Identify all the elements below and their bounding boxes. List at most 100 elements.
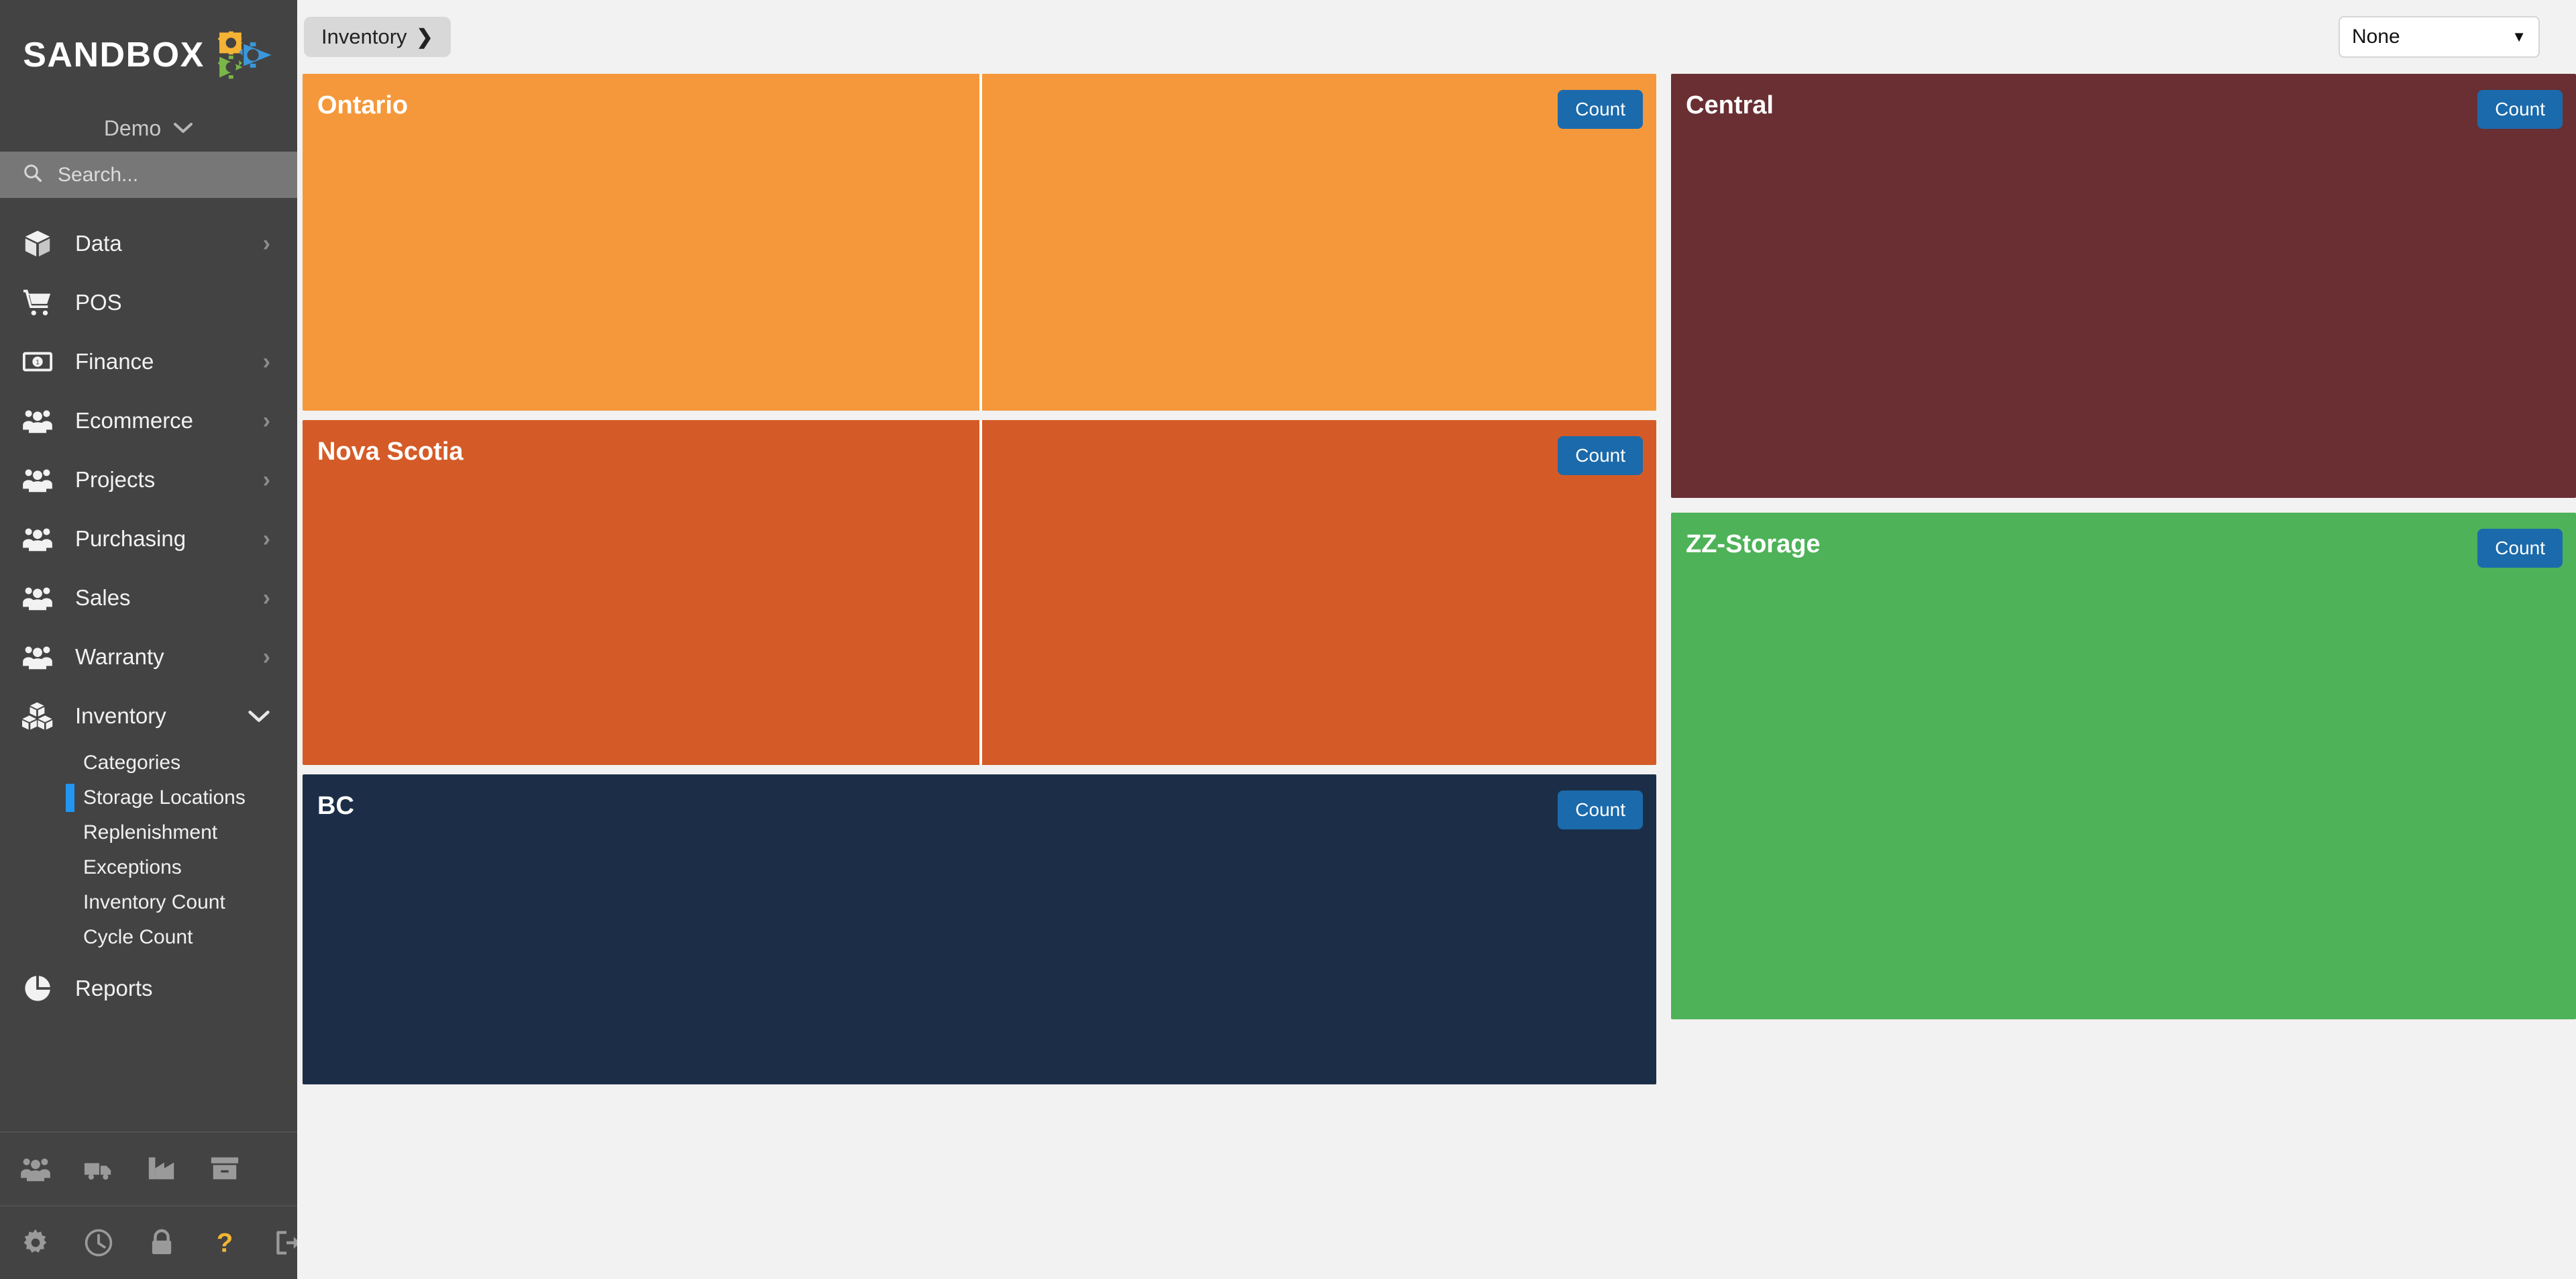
location-tile-zz-storage[interactable]: ZZ-Storage Count [1671, 513, 2576, 1019]
question-mark-icon[interactable]: ? [209, 1227, 240, 1258]
sidebar-item-label: POS [75, 290, 122, 315]
brand-logo-area[interactable]: SANDBOX [0, 0, 297, 105]
cart-icon [19, 287, 56, 318]
sidebar-subitem-exceptions[interactable]: Exceptions [0, 850, 297, 885]
sidebar-item-label: Finance [75, 349, 154, 374]
location-tile-ontario[interactable]: Ontario Count [303, 74, 1656, 411]
people-icon [19, 405, 56, 436]
sidebar-item-label: Inventory [75, 703, 166, 728]
chevron-right-icon: › [262, 467, 270, 493]
lock-icon[interactable] [146, 1227, 177, 1258]
truck-icon[interactable] [83, 1154, 114, 1184]
sidebar-subitem-label: Categories [83, 752, 181, 774]
tenant-switcher[interactable]: Demo [0, 105, 297, 152]
chevron-down-icon [173, 119, 193, 137]
filter-select[interactable]: None ▼ [2339, 16, 2540, 58]
people-icon [19, 642, 56, 672]
sidebar-subitem-label: Exceptions [83, 856, 182, 878]
location-tile-title: Central [1686, 91, 1774, 119]
chevron-right-icon: › [262, 408, 270, 433]
chevron-right-icon: › [262, 526, 270, 552]
sidebar-subitem-storage-locations[interactable]: Storage Locations [0, 780, 297, 815]
sidebar-item-reports[interactable]: Reports [0, 959, 297, 1018]
search-input[interactable] [58, 163, 279, 187]
brand-name: SANDBOX [23, 36, 205, 74]
chevron-right-icon: › [262, 644, 270, 670]
chevron-down-icon [248, 705, 270, 727]
location-tile-title: Nova Scotia [317, 438, 464, 466]
sidebar-item-ecommerce[interactable]: Ecommerce › [0, 391, 297, 450]
count-button[interactable]: Count [2477, 529, 2563, 568]
chevron-right-icon: ❯ [416, 25, 433, 48]
sidebar-item-pos[interactable]: POS [0, 273, 297, 332]
archive-box-icon[interactable] [209, 1154, 240, 1184]
sidebar-item-label: Reports [75, 976, 153, 1001]
sidebar-item-label: Sales [75, 585, 131, 610]
sidebar-item-finance[interactable]: 1 Finance › [0, 332, 297, 391]
location-tile-central[interactable]: Central Count [1671, 74, 2576, 498]
breadcrumb[interactable]: Inventory ❯ [304, 17, 451, 57]
location-tile-bc[interactable]: BC Count [303, 774, 1656, 1084]
people-icon [19, 464, 56, 495]
main-content: Inventory ❯ None ▼ Ontario Count Nova Sc… [297, 0, 2576, 1279]
pie-chart-icon [19, 973, 56, 1004]
chevron-right-icon: › [262, 231, 270, 256]
sidebar-item-inventory[interactable]: Inventory [0, 686, 297, 746]
sandbox-gears-logo-icon [215, 30, 274, 80]
gear-icon[interactable] [20, 1227, 51, 1258]
count-button[interactable]: Count [1558, 436, 1643, 475]
topbar: Inventory ❯ None ▼ [297, 0, 2576, 74]
count-button[interactable]: Count [1558, 90, 1643, 129]
location-tile-title: Ontario [317, 91, 409, 119]
chevron-right-icon: › [262, 349, 270, 374]
factory-icon[interactable] [146, 1154, 177, 1184]
location-tile-title: BC [317, 792, 354, 820]
search-bar[interactable] [0, 152, 297, 198]
sidebar-subitem-label: Storage Locations [83, 786, 246, 809]
count-button[interactable]: Count [2477, 90, 2563, 129]
chevron-right-icon: › [262, 585, 270, 611]
filter-select-value: None [2352, 25, 2400, 48]
inventory-subnav: Categories Storage Locations Replenishme… [0, 746, 297, 959]
tenant-label: Demo [103, 115, 162, 140]
main-navigation: Data › POS 1 Finance › Ecommerce › Proje… [0, 198, 297, 1131]
sidebar-subitem-label: Replenishment [83, 821, 218, 843]
banknote-icon: 1 [19, 346, 56, 377]
board-right-column: Central Count ZZ-Storage Count [1671, 74, 2576, 1279]
sidebar-item-warranty[interactable]: Warranty › [0, 627, 297, 686]
sidebar-item-label: Data [75, 231, 122, 256]
sidebar-item-data[interactable]: Data › [0, 214, 297, 273]
sidebar-subitem-inventory-count[interactable]: Inventory Count [0, 885, 297, 920]
sidebar-tools-row-2: ? [0, 1205, 301, 1279]
sidebar-subitem-replenishment[interactable]: Replenishment [0, 815, 297, 850]
storage-locations-board: Ontario Count Nova Scotia Count BC Count… [303, 74, 2576, 1279]
people-icon[interactable] [20, 1154, 51, 1184]
search-icon [23, 163, 43, 187]
people-icon [19, 523, 56, 554]
app-root: SANDBOX Demo Search... Data › POS 1 Fina… [0, 0, 2576, 1279]
sidebar-item-label: Ecommerce [75, 408, 194, 433]
count-button[interactable]: Count [1558, 790, 1643, 829]
sidebar-item-purchasing[interactable]: Purchasing › [0, 509, 297, 568]
svg-text:1: 1 [36, 358, 40, 366]
location-tile-title: ZZ-Storage [1686, 530, 1821, 558]
sidebar-subitem-label: Cycle Count [83, 926, 193, 948]
sidebar-subitem-label: Inventory Count [83, 891, 225, 913]
sidebar-item-label: Warranty [75, 644, 164, 669]
sidebar-item-label: Projects [75, 467, 156, 492]
sidebar-item-projects[interactable]: Projects › [0, 450, 297, 509]
clock-icon[interactable] [83, 1227, 114, 1258]
box-icon [19, 228, 56, 259]
breadcrumb-label: Inventory [321, 25, 407, 48]
topbar-right: None ▼ [2339, 16, 2540, 58]
sidebar-tools-row-1 [0, 1131, 297, 1205]
sidebar-subitem-categories[interactable]: Categories [0, 746, 297, 780]
board-left-column: Ontario Count Nova Scotia Count BC Count [303, 74, 1656, 1279]
location-tile-nova-scotia[interactable]: Nova Scotia Count [303, 420, 1656, 765]
sidebar-item-sales[interactable]: Sales › [0, 568, 297, 627]
svg-text:?: ? [217, 1227, 233, 1258]
tile-divider [979, 420, 982, 765]
chevron-down-icon: ▼ [2512, 28, 2526, 45]
boxes-icon [19, 701, 56, 731]
sidebar-subitem-cycle-count[interactable]: Cycle Count [0, 920, 297, 955]
